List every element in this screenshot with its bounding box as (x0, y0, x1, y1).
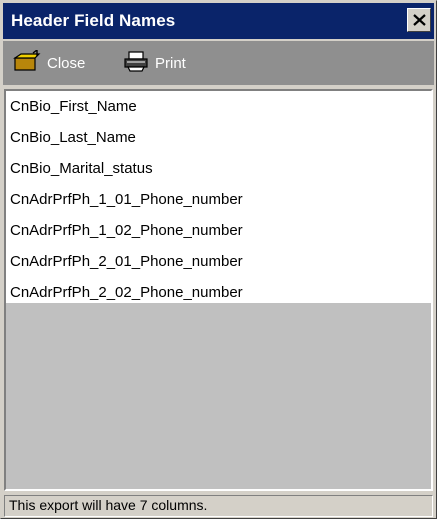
title-bar[interactable]: Header Field Names (3, 3, 434, 39)
header-field-names-window: Header Field Names Close Print CnBio_Fir… (0, 0, 437, 519)
print-button[interactable]: Print (123, 41, 186, 85)
list-item[interactable]: CnAdrPrfPh_1_01_Phone_number (6, 184, 431, 215)
list-item[interactable]: CnBio_Last_Name (6, 122, 431, 153)
window-title: Header Field Names (11, 11, 176, 30)
list-item[interactable]: CnAdrPrfPh_1_02_Phone_number (6, 215, 431, 246)
print-button-label: Print (155, 54, 186, 72)
status-text: This export will have 7 columns. (9, 497, 208, 513)
close-button[interactable]: Close (13, 41, 85, 85)
close-icon (413, 14, 426, 26)
list-content: CnBio_First_Name CnBio_Last_Name CnBio_M… (6, 91, 431, 303)
list-item[interactable]: CnBio_First_Name (6, 91, 431, 122)
status-bar: This export will have 7 columns. (4, 495, 433, 517)
printer-icon (123, 50, 149, 76)
window-close-button[interactable] (407, 8, 431, 32)
folder-close-icon (13, 48, 41, 76)
list-item[interactable]: CnAdrPrfPh_2_02_Phone_number (6, 277, 431, 308)
header-field-list[interactable]: CnBio_First_Name CnBio_Last_Name CnBio_M… (4, 89, 433, 491)
list-item[interactable]: CnBio_Marital_status (6, 153, 431, 184)
toolbar: Close Print (3, 41, 434, 85)
close-button-label: Close (47, 54, 86, 72)
list-item[interactable]: CnAdrPrfPh_2_01_Phone_number (6, 246, 431, 277)
